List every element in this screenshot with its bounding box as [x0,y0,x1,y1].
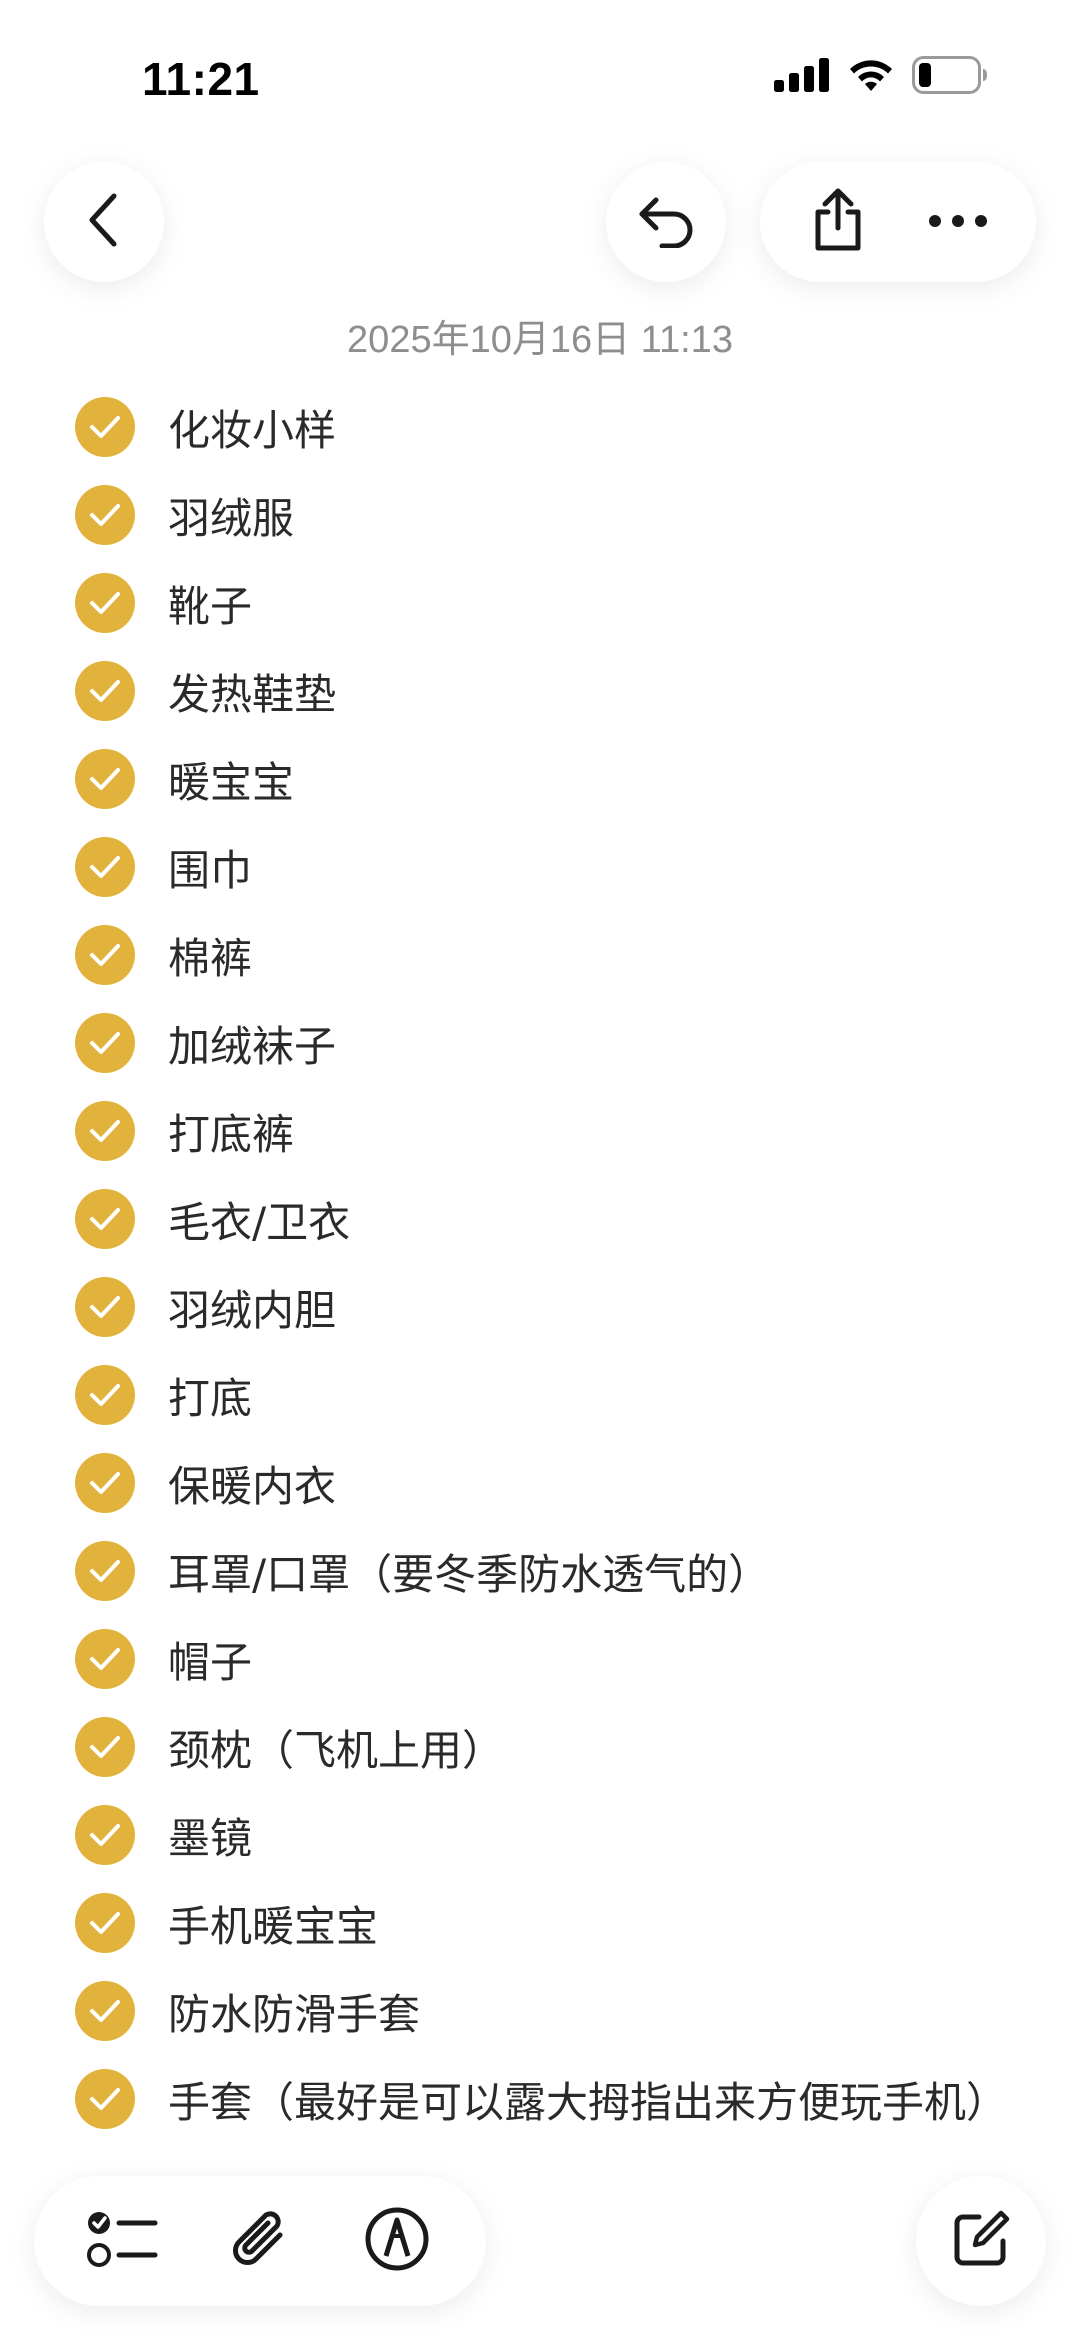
checkbox-checked-icon[interactable] [75,749,135,809]
checklist-item-label[interactable]: 打底裤 [168,1101,294,1162]
checklist-item-label[interactable]: 打底 [168,1365,252,1426]
checklist-item: 棉裤 [0,911,1080,999]
more-button[interactable] [918,182,998,262]
chevron-left-icon [82,192,126,252]
checklist-item-label[interactable]: 毛衣/卫衣 [168,1189,350,1250]
checklist-item-label[interactable]: 墨镜 [168,1805,252,1866]
checklist: 化妆小样羽绒服靴子发热鞋垫暖宝宝围巾棉裤加绒袜子打底裤毛衣/卫衣羽绒内胆打底保暖… [0,383,1080,2143]
checklist-item: 羽绒内胆 [0,1263,1080,1351]
checklist-item-label[interactable]: 保暖内衣 [168,1453,336,1514]
checklist-item-label[interactable]: 发热鞋垫 [168,661,336,722]
more-icon [928,213,988,232]
checkbox-checked-icon[interactable] [75,1893,135,1953]
share-icon [810,188,866,256]
checklist-item: 手机暖宝宝 [0,1879,1080,1967]
paperclip-icon [228,2205,292,2277]
checkbox-checked-icon[interactable] [75,1717,135,1777]
compose-icon [951,2209,1011,2273]
checklist-item: 围巾 [0,823,1080,911]
checklist-item-label[interactable]: 帽子 [168,1629,252,1690]
markup-button[interactable] [347,2191,447,2291]
checklist-item: 打底 [0,1351,1080,1439]
wifi-icon [846,57,896,97]
checkbox-checked-icon[interactable] [75,1013,135,1073]
checklist-item: 手套（最好是可以露大拇指出来方便玩手机） [0,2055,1080,2143]
checklist-item-label[interactable]: 加绒袜子 [168,1013,336,1074]
checklist-item: 靴子 [0,559,1080,647]
note-date: 2025年10月16日 11:13 [347,319,733,361]
checklist-item: 耳罩/口罩（要冬季防水透气的） [0,1527,1080,1615]
status-icons [774,56,988,98]
checklist-item-label[interactable]: 颈枕（飞机上用） [168,1717,504,1778]
checkbox-checked-icon[interactable] [75,1541,135,1601]
cellular-signal-icon [774,58,830,96]
checkbox-checked-icon[interactable] [75,1453,135,1513]
back-button[interactable] [44,162,164,282]
battery-icon [912,56,988,98]
checklist-item-label[interactable]: 耳罩/口罩（要冬季防水透气的） [168,1541,770,1602]
checklist-item-label[interactable]: 羽绒服 [168,485,294,546]
checklist-button[interactable] [73,2191,173,2291]
checkbox-checked-icon[interactable] [75,1805,135,1865]
checklist-item-label[interactable]: 羽绒内胆 [168,1277,336,1338]
checklist-item: 颈枕（飞机上用） [0,1703,1080,1791]
checklist-item: 暖宝宝 [0,735,1080,823]
checklist-item-label[interactable]: 防水防滑手套 [168,1981,420,2042]
checkbox-checked-icon[interactable] [75,2069,135,2129]
checklist-icon [86,2207,159,2275]
checklist-item: 羽绒服 [0,471,1080,559]
share-button[interactable] [798,182,878,262]
undo-icon [636,192,696,252]
checkbox-checked-icon[interactable] [75,1101,135,1161]
checkbox-checked-icon[interactable] [75,661,135,721]
checklist-item: 帽子 [0,1615,1080,1703]
checklist-item-label[interactable]: 化妆小样 [168,397,336,458]
checklist-item: 加绒袜子 [0,999,1080,1087]
share-more-group [760,162,1036,282]
checkbox-checked-icon[interactable] [75,837,135,897]
checkbox-checked-icon[interactable] [75,1365,135,1425]
status-time: 11:21 [142,53,260,105]
checkbox-checked-icon[interactable] [75,573,135,633]
checklist-item: 保暖内衣 [0,1439,1080,1527]
checklist-item: 化妆小样 [0,383,1080,471]
checkbox-checked-icon[interactable] [75,485,135,545]
bottom-toolbar [34,2176,486,2306]
checkbox-checked-icon[interactable] [75,1189,135,1249]
checklist-item: 毛衣/卫衣 [0,1175,1080,1263]
checklist-item-label[interactable]: 手套（最好是可以露大拇指出来方便玩手机） [168,2069,1008,2130]
attach-button[interactable] [210,2191,310,2291]
checklist-item: 打底裤 [0,1087,1080,1175]
checklist-item-label[interactable]: 围巾 [168,837,252,898]
markup-pen-icon [364,2206,430,2276]
checklist-item: 墨镜 [0,1791,1080,1879]
checkbox-checked-icon[interactable] [75,1277,135,1337]
checklist-item-label[interactable]: 暖宝宝 [168,749,294,810]
checklist-item-label[interactable]: 棉裤 [168,925,252,986]
undo-button[interactable] [606,162,726,282]
checklist-item-label[interactable]: 手机暖宝宝 [168,1893,378,1954]
compose-button[interactable] [916,2176,1046,2306]
checklist-item: 防水防滑手套 [0,1967,1080,2055]
checkbox-checked-icon[interactable] [75,1981,135,2041]
checkbox-checked-icon[interactable] [75,397,135,457]
checklist-item-label[interactable]: 靴子 [168,573,252,634]
checkbox-checked-icon[interactable] [75,925,135,985]
checkbox-checked-icon[interactable] [75,1629,135,1689]
checklist-item: 发热鞋垫 [0,647,1080,735]
status-bar: 11:21 [0,0,1080,150]
